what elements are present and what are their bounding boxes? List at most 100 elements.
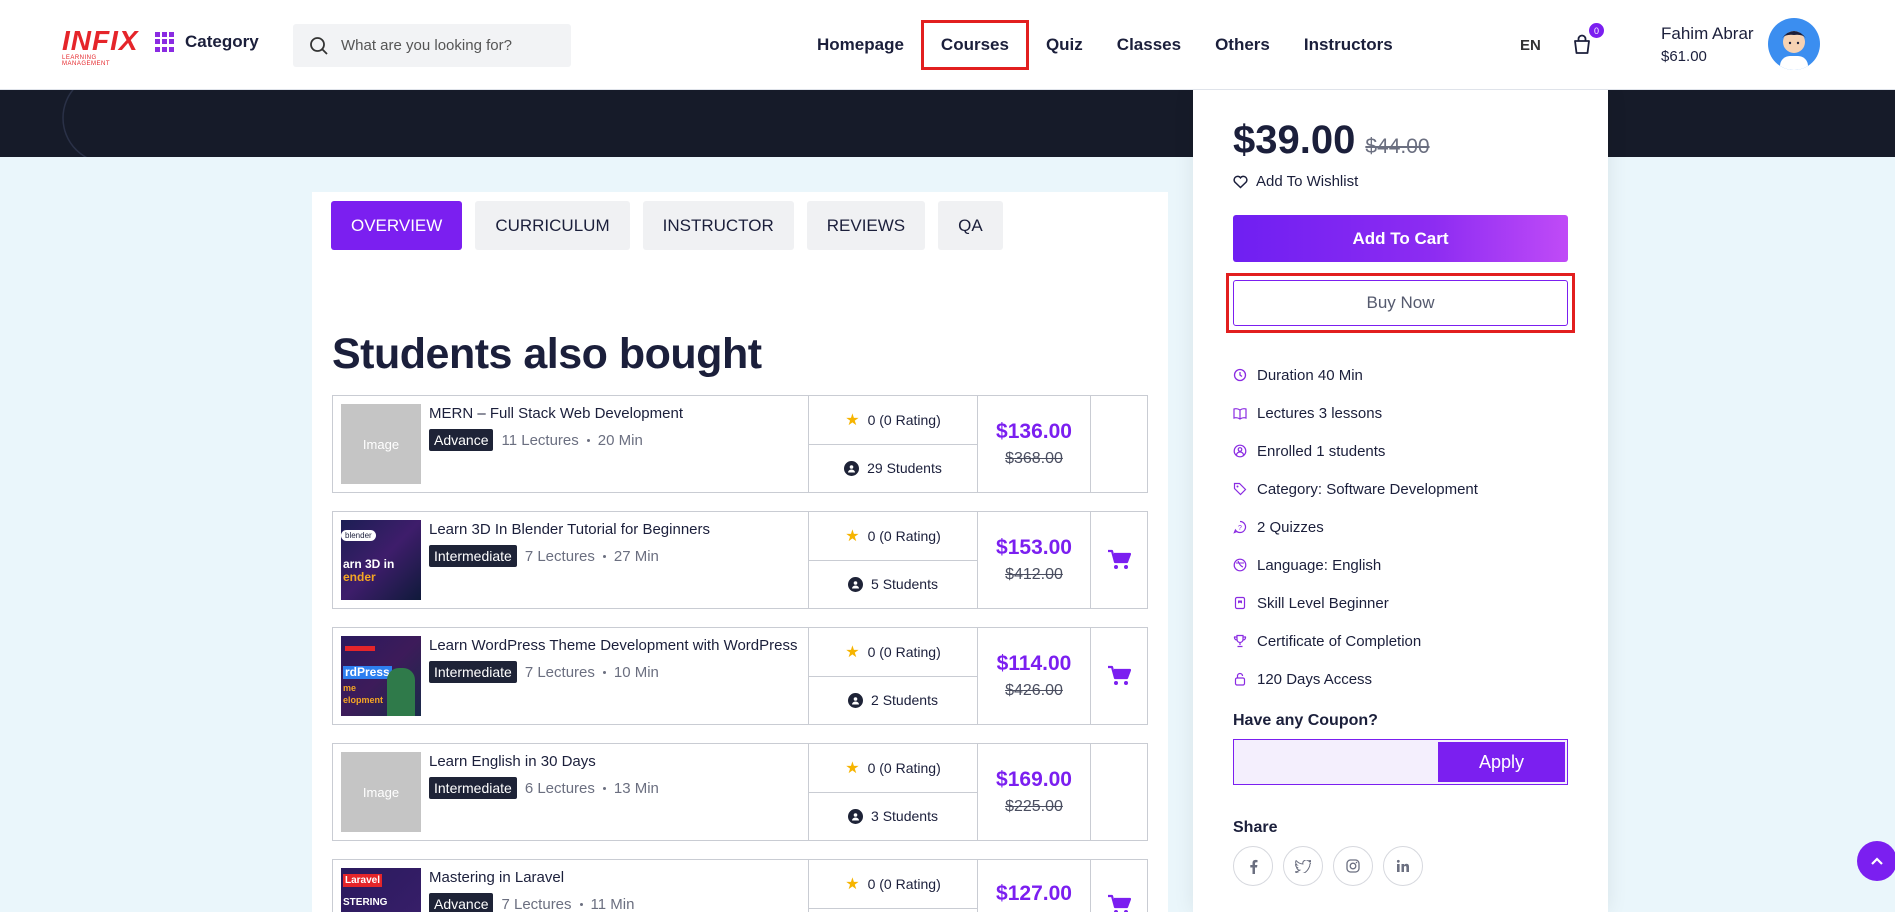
lock-icon bbox=[1234, 672, 1246, 686]
level-badge: Intermediate bbox=[429, 777, 517, 799]
tab-curriculum[interactable]: CURRICULUM bbox=[475, 201, 630, 250]
course-thumbnail[interactable]: Image bbox=[341, 404, 421, 484]
student-icon bbox=[848, 692, 864, 708]
course-row[interactable]: rdPress me elopment Learn WordPress Them… bbox=[332, 627, 1148, 725]
cart-icon[interactable] bbox=[1570, 33, 1594, 57]
course-row[interactable]: blender arn 3D in ender Learn 3D In Blen… bbox=[332, 511, 1148, 609]
clock-icon bbox=[1233, 368, 1247, 382]
wishlist-label: Add To Wishlist bbox=[1256, 173, 1359, 190]
course-title[interactable]: Learn English in 30 Days bbox=[429, 753, 659, 770]
heart-icon bbox=[1233, 175, 1248, 189]
twitter-icon[interactable] bbox=[1283, 846, 1323, 886]
star-icon: ★ bbox=[845, 643, 860, 661]
feature-language: Language: English bbox=[1233, 546, 1478, 584]
add-to-cart-icon[interactable] bbox=[1107, 894, 1131, 912]
course-row[interactable]: Laravel STERING Mastering in Laravel Adv… bbox=[332, 859, 1148, 912]
user-menu[interactable]: Fahim Abrar $61.00 bbox=[1661, 24, 1754, 65]
feature-quizzes: ? 2 Quizzes bbox=[1233, 508, 1478, 546]
course-row[interactable]: Image Learn English in 30 Days Intermedi… bbox=[332, 743, 1148, 841]
search-icon bbox=[310, 36, 328, 55]
nav-homepage[interactable]: Homepage bbox=[800, 20, 921, 70]
course-title[interactable]: MERN – Full Stack Web Development bbox=[429, 405, 683, 422]
book-icon bbox=[1233, 408, 1247, 420]
section-title: Students also bought bbox=[332, 330, 762, 378]
course-price: $169.00 bbox=[996, 768, 1072, 791]
avatar[interactable] bbox=[1768, 18, 1820, 70]
grid-icon bbox=[155, 32, 175, 52]
tab-overview[interactable]: OVERVIEW bbox=[331, 201, 463, 250]
star-icon: ★ bbox=[845, 411, 860, 429]
linkedin-icon[interactable] bbox=[1383, 846, 1423, 886]
cart-cell bbox=[1091, 628, 1147, 724]
add-to-cart-button[interactable]: Add To Cart bbox=[1233, 215, 1568, 262]
course-title[interactable]: Learn 3D In Blender Tutorial for Beginne… bbox=[429, 521, 710, 538]
feature-certificate: Certificate of Completion bbox=[1233, 622, 1478, 660]
course-price: $127.00 bbox=[996, 882, 1072, 905]
course-old-price: $225.00 bbox=[1005, 798, 1063, 815]
nav-courses[interactable]: Courses bbox=[920, 20, 1029, 70]
facebook-icon[interactable] bbox=[1233, 846, 1273, 886]
purchase-sidebar: $39.00 $44.00 Add To Wishlist Add To Car… bbox=[1193, 90, 1608, 912]
feature-duration: Duration 40 Min bbox=[1233, 356, 1478, 394]
skill-icon bbox=[1234, 596, 1246, 610]
language-selector[interactable]: EN bbox=[1520, 37, 1541, 54]
course-row[interactable]: Image MERN – Full Stack Web Development … bbox=[332, 395, 1148, 493]
buy-now-button[interactable]: Buy Now bbox=[1233, 280, 1568, 326]
course-duration: 11 Min bbox=[590, 895, 635, 912]
nav-classes[interactable]: Classes bbox=[1100, 20, 1198, 70]
user-icon bbox=[1233, 444, 1247, 458]
level-badge: Advance bbox=[429, 893, 494, 912]
course-title[interactable]: Learn WordPress Theme Development with W… bbox=[429, 637, 798, 654]
course-features: Duration 40 Min Lectures 3 lessons Enrol… bbox=[1233, 356, 1478, 698]
rating-text: 0 (0 Rating) bbox=[867, 411, 941, 428]
nav-others[interactable]: Others bbox=[1198, 20, 1287, 70]
course-title[interactable]: Mastering in Laravel bbox=[429, 869, 634, 886]
banner-decoration-icon bbox=[62, 72, 154, 164]
quiz-icon: ? bbox=[1233, 520, 1247, 534]
share-buttons bbox=[1233, 846, 1423, 886]
cart-cell bbox=[1091, 744, 1147, 840]
student-count: 5 Students bbox=[871, 576, 938, 593]
logo-subtitle: LEARNING MANAGEMENT bbox=[62, 55, 111, 67]
lecture-count: 6 Lectures bbox=[524, 779, 595, 797]
add-to-cart-icon[interactable] bbox=[1107, 665, 1131, 687]
cart-count-badge: 0 bbox=[1589, 23, 1604, 38]
coupon-form: Apply bbox=[1233, 739, 1568, 785]
course-thumbnail[interactable]: Laravel STERING bbox=[341, 868, 421, 912]
nav-quiz[interactable]: Quiz bbox=[1029, 20, 1100, 70]
tab-instructor[interactable]: INSTRUCTOR bbox=[642, 201, 794, 250]
tab-reviews[interactable]: REVIEWS bbox=[806, 201, 926, 250]
course-old-price: $368.00 bbox=[1005, 450, 1063, 467]
nav-instructors[interactable]: Instructors bbox=[1287, 20, 1410, 70]
level-badge: Intermediate bbox=[429, 661, 517, 683]
share-label: Share bbox=[1233, 819, 1278, 836]
tab-qa[interactable]: QA bbox=[938, 201, 1003, 250]
top-header: INFIX LEARNING MANAGEMENT Category Homep… bbox=[0, 0, 1895, 90]
instagram-icon[interactable] bbox=[1333, 846, 1373, 886]
search-bar bbox=[293, 24, 571, 67]
feature-lectures: Lectures 3 lessons bbox=[1233, 394, 1478, 432]
add-to-wishlist-button[interactable]: Add To Wishlist bbox=[1233, 173, 1358, 190]
search-input[interactable] bbox=[341, 37, 551, 54]
course-duration: 10 Min bbox=[613, 663, 659, 681]
student-count: 29 Students bbox=[867, 460, 942, 477]
user-name: Fahim Abrar bbox=[1661, 24, 1754, 43]
cart-cell bbox=[1091, 860, 1147, 912]
course-thumbnail[interactable]: Image bbox=[341, 752, 421, 832]
level-badge: Intermediate bbox=[429, 545, 517, 567]
coupon-input[interactable] bbox=[1234, 740, 1436, 784]
feature-skill-level: Skill Level Beginner bbox=[1233, 584, 1478, 622]
course-price: $114.00 bbox=[996, 652, 1072, 675]
course-thumbnail[interactable]: blender arn 3D in ender bbox=[341, 520, 421, 600]
category-menu[interactable]: Category bbox=[155, 32, 259, 52]
logo[interactable]: INFIX LEARNING MANAGEMENT bbox=[62, 27, 142, 68]
lecture-count: 7 Lectures bbox=[501, 895, 572, 912]
star-icon: ★ bbox=[845, 875, 860, 893]
add-to-cart-icon[interactable] bbox=[1107, 549, 1131, 571]
student-icon bbox=[848, 576, 864, 592]
rating-text: 0 (0 Rating) bbox=[867, 875, 941, 892]
course-content: OVERVIEW CURRICULUM INSTRUCTOR REVIEWS Q… bbox=[312, 192, 1168, 912]
scroll-to-top-button[interactable] bbox=[1857, 841, 1895, 881]
course-thumbnail[interactable]: rdPress me elopment bbox=[341, 636, 421, 716]
apply-coupon-button[interactable]: Apply bbox=[1438, 742, 1565, 782]
